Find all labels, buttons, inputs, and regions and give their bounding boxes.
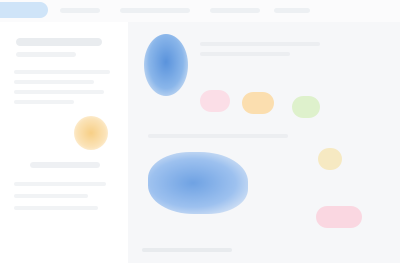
top-menu-item[interactable] [60,8,100,13]
tag-chip[interactable] [318,148,342,170]
tag-chip[interactable] [242,92,274,114]
sidebar-title [16,38,102,46]
blue-image-bottom[interactable] [148,152,248,214]
top-menu-item[interactable] [210,8,260,13]
avatar[interactable] [74,116,108,150]
profile-name [30,162,100,168]
section-label [200,42,320,46]
section-label [148,134,288,138]
sidebar-item[interactable] [14,206,98,210]
top-menu [60,8,310,14]
main-content [128,22,400,263]
sidebar-item[interactable] [14,90,104,94]
tag-chip[interactable] [316,206,362,228]
sidebar-item[interactable] [14,80,94,84]
sidebar-item[interactable] [14,194,88,198]
top-bar [0,0,400,23]
tag-chip[interactable] [200,90,230,112]
blue-image-top[interactable] [144,34,188,96]
text-line [200,52,290,56]
footer-divider [142,248,232,252]
tag-chip[interactable] [292,96,320,118]
top-menu-item[interactable] [120,8,190,13]
top-menu-item[interactable] [274,8,310,13]
sidebar [0,22,129,263]
sidebar-item[interactable] [14,100,74,104]
sidebar-subtitle [16,52,76,57]
app-tab[interactable] [0,2,48,18]
sidebar-item[interactable] [14,70,110,74]
sidebar-item[interactable] [14,182,106,186]
